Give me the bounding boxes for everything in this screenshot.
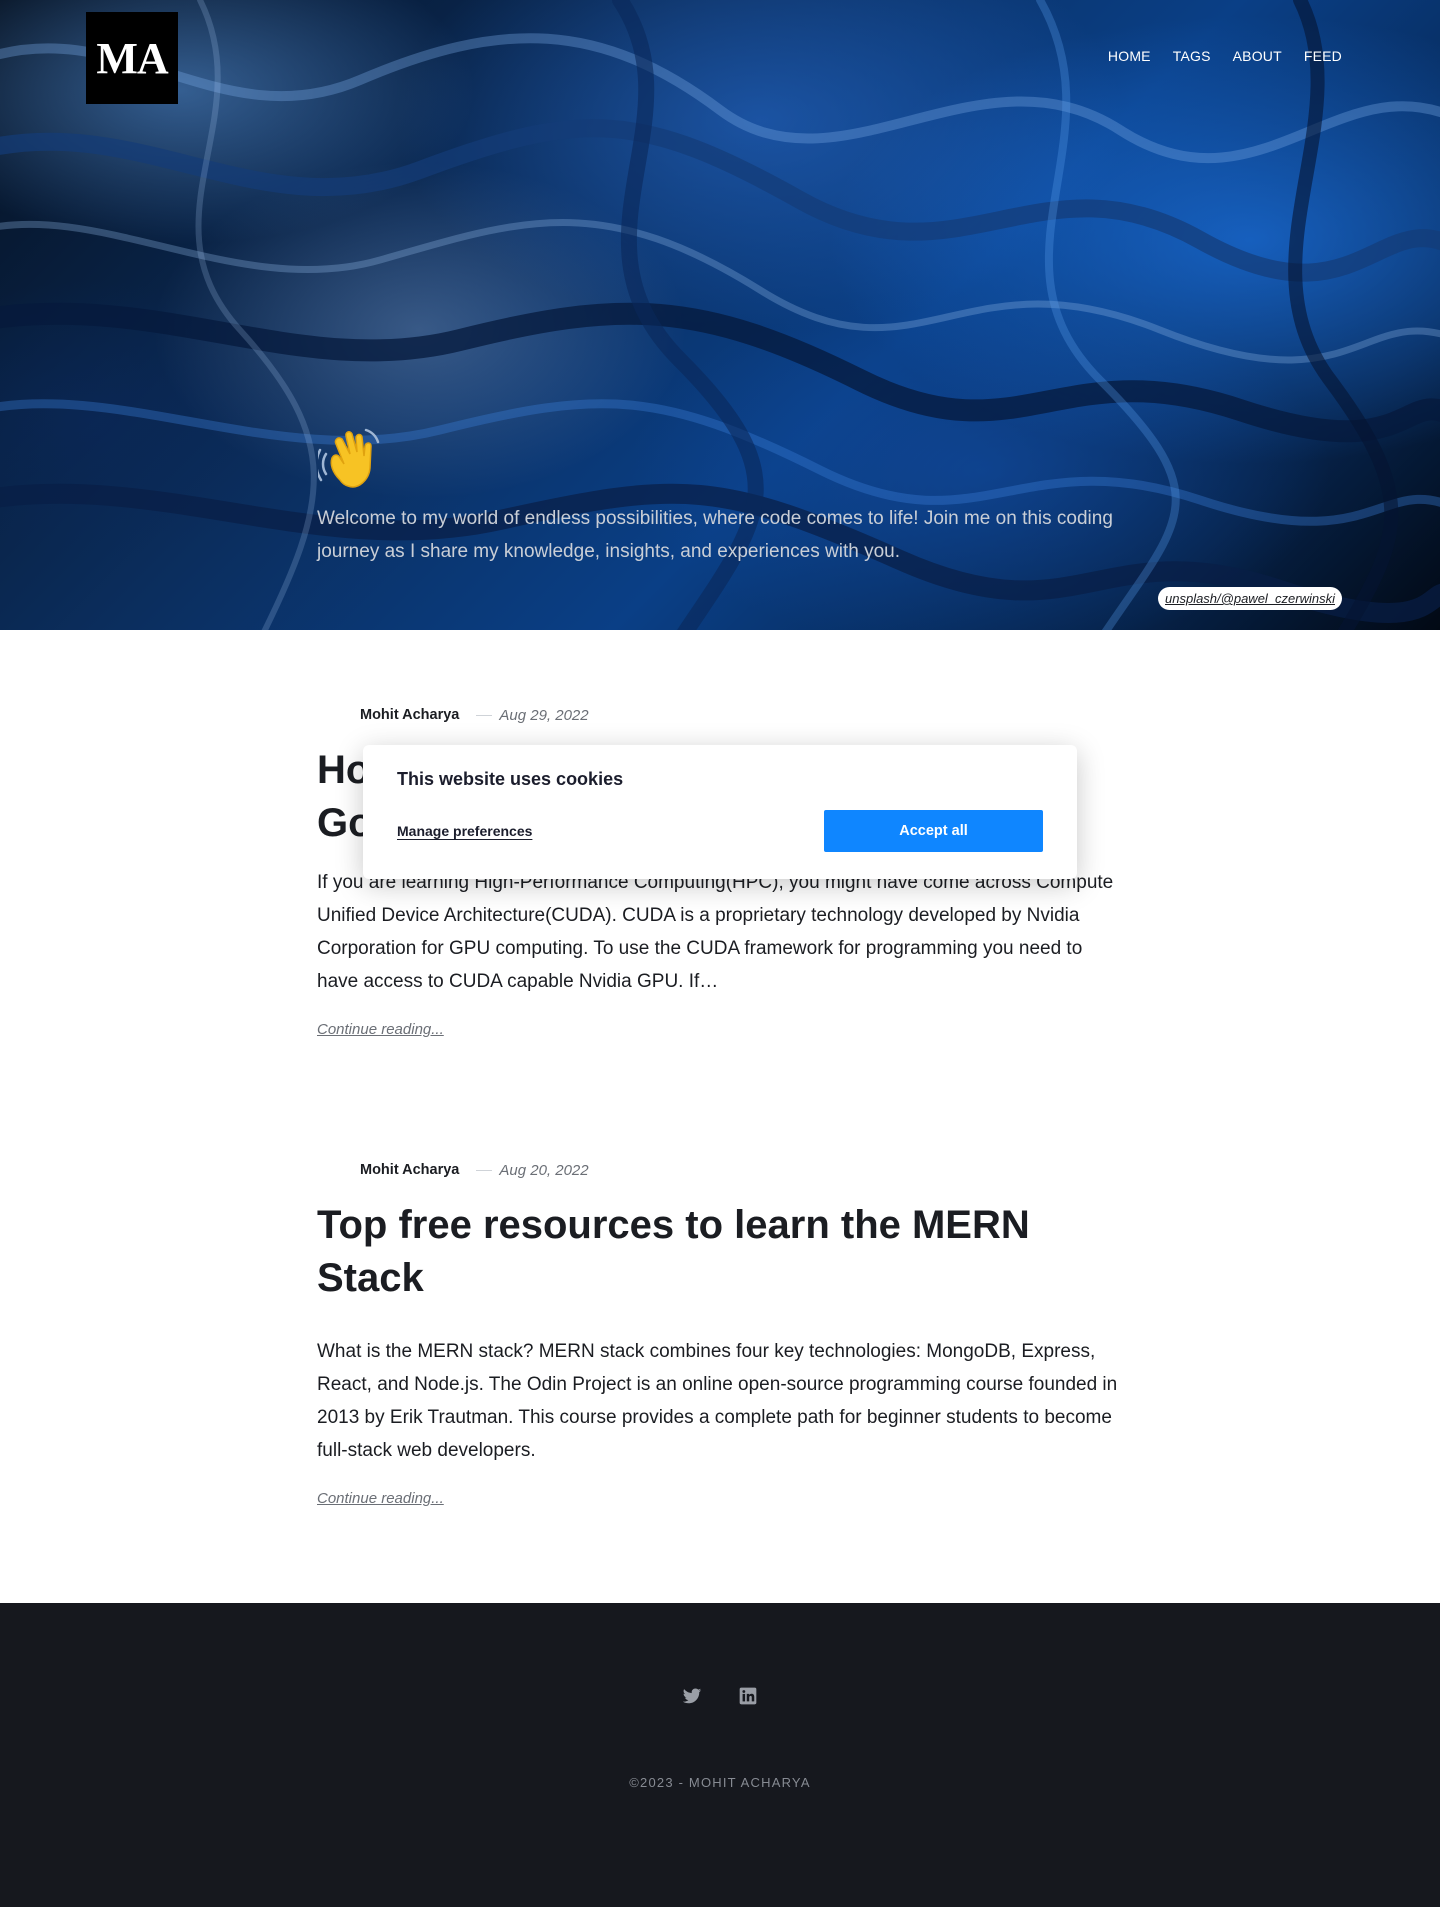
twitter-icon[interactable] (682, 1686, 702, 1706)
cookie-title: This website uses cookies (397, 769, 624, 789)
meta-divider (476, 714, 493, 716)
post-card: Mohit Acharya Aug 20, 2022 Top free reso… (317, 1160, 1123, 1508)
post-meta: Mohit Acharya Aug 20, 2022 (317, 1160, 1123, 1180)
nav-about-link[interactable]: ABOUT (1233, 48, 1282, 64)
meta-divider (476, 1169, 493, 1171)
post-date: Aug 20, 2022 (499, 1161, 589, 1179)
cookie-consent-banner: This website uses cookies Manage prefere… (363, 745, 1077, 879)
nav-tags-link[interactable]: TAGS (1173, 48, 1211, 64)
post-excerpt: If you are learning High-Performance Com… (317, 872, 1114, 992)
post-title[interactable]: Top free resources to learn the MERN Sta… (317, 1199, 1123, 1305)
post-date: Aug 29, 2022 (499, 706, 589, 724)
manage-preferences-link[interactable]: Manage preferences (397, 823, 532, 839)
linkedin-icon[interactable] (738, 1686, 758, 1706)
copyright-text: ©2023 - MOHIT ACHARYA (629, 1775, 811, 1790)
post-author[interactable]: Mohit Acharya (360, 707, 459, 723)
accept-all-button[interactable]: Accept all (824, 810, 1043, 852)
post-meta: Mohit Acharya Aug 29, 2022 (317, 705, 1123, 725)
site-logo[interactable]: MA (86, 12, 178, 104)
waving-hand-icon (318, 428, 380, 488)
nav-home-link[interactable]: HOME (1108, 48, 1151, 64)
site-footer: ©2023 - MOHIT ACHARYA (0, 1603, 1440, 1907)
hero-tagline: Welcome to my world of endless possibili… (317, 508, 1113, 562)
main-nav: HOME TAGS ABOUT FEED (1108, 48, 1342, 64)
image-credit-link[interactable]: unsplash/@pawel_czerwinski (1158, 587, 1342, 610)
continue-reading-link[interactable]: Continue reading... (317, 1021, 444, 1038)
post-excerpt: What is the MERN stack? MERN stack combi… (317, 1341, 1118, 1461)
hero-banner: MA HOME TAGS ABOUT FEED Welcome to my wo… (0, 0, 1440, 630)
social-links (0, 1686, 1440, 1706)
nav-feed-link[interactable]: FEED (1304, 48, 1342, 64)
post-author[interactable]: Mohit Acharya (360, 1162, 459, 1178)
continue-reading-link[interactable]: Continue reading... (317, 1490, 444, 1507)
